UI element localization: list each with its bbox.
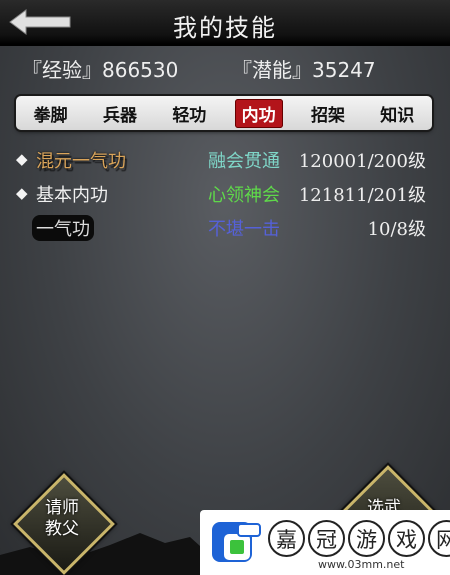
- top-bar: 我的技能: [0, 0, 450, 46]
- tab-neigong[interactable]: 内功: [234, 98, 283, 128]
- skill-name: 基本内功: [36, 185, 108, 206]
- tab-qinggong[interactable]: 轻功: [165, 99, 213, 128]
- skill-level: 融会贯通: [208, 151, 280, 172]
- tab-zhishi[interactable]: 知识: [373, 99, 421, 128]
- site-logo-icon: [212, 522, 261, 562]
- skill-name: 一气功: [32, 215, 94, 241]
- site-name: 嘉 冠 游 戏 网: [268, 520, 450, 557]
- skill-level: 心领神会: [208, 185, 280, 206]
- skill-row[interactable]: ◆ 基本内功 心领神会 121811/201级: [0, 180, 450, 210]
- skill-row[interactable]: ◆ 混元一气功 融会贯通 120001/200级: [0, 146, 450, 176]
- ask-teacher-label[interactable]: 请师 教父: [38, 498, 86, 540]
- potential-stat: 『潜能』35247: [232, 58, 376, 82]
- site-url: www.03mm.net: [318, 558, 405, 571]
- skill-level: 不堪一击: [208, 219, 280, 240]
- experience-stat: 『经验』866530: [22, 58, 179, 82]
- site-watermark: 嘉 冠 游 戏 网 www.03mm.net: [200, 510, 450, 575]
- tab-zhaojia[interactable]: 招架: [304, 99, 352, 128]
- tab-quanjiao[interactable]: 拳脚: [27, 99, 75, 128]
- diamond-icon: ◆: [16, 150, 28, 168]
- tab-bingqi[interactable]: 兵器: [96, 99, 144, 128]
- skill-value: 10/8级: [367, 219, 426, 240]
- skill-value: 120001/200级: [298, 151, 426, 172]
- skill-value: 121811/201级: [298, 185, 426, 206]
- skill-row[interactable]: 一气功 不堪一击 10/8级: [0, 214, 450, 244]
- skill-category-tabs: 拳脚 兵器 轻功 内功 招架 知识: [16, 96, 432, 130]
- diamond-icon: ◆: [16, 184, 28, 202]
- page-title: 我的技能: [173, 14, 277, 42]
- skill-name: 混元一气功: [36, 151, 126, 172]
